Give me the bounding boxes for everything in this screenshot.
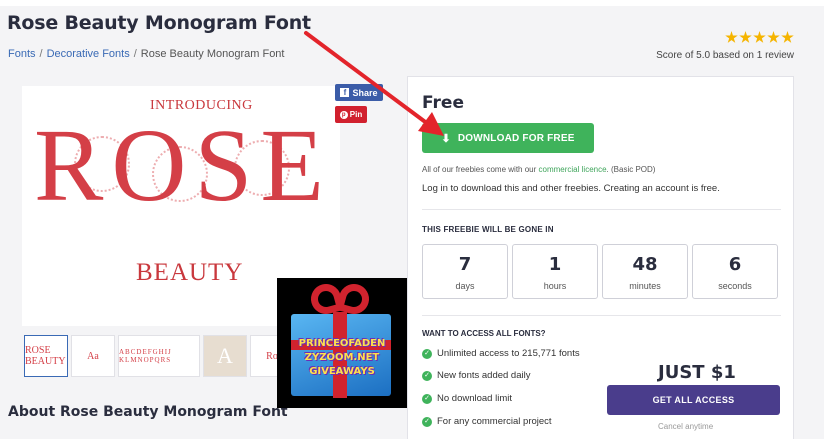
page-title: Rose Beauty Monogram Font (7, 12, 311, 34)
licence-note: All of our freebies come with our commer… (422, 165, 655, 174)
star-icon (739, 31, 752, 43)
gift-text-line: PRINCEOFADEN (298, 338, 386, 349)
commercial-licence-link[interactable]: commercial licence (539, 165, 607, 174)
countdown-minutes: 48 minutes (602, 244, 688, 299)
access-heading: WANT TO ACCESS ALL FONTS? (422, 329, 546, 338)
licence-suffix: . (Basic POD) (606, 165, 656, 174)
feature-text: For any commercial project (437, 416, 552, 427)
login-note: Log in to download this and other freebi… (422, 183, 720, 194)
feature-text: New fonts added daily (437, 370, 531, 381)
thumbnail[interactable]: ABCDEFGHIJ KLMNOPQRS (118, 335, 200, 377)
share-label: Share (352, 87, 378, 98)
thumbnail-strip: ROSE BEAUTY Aa ABCDEFGHIJ KLMNOPQRS A Ro (24, 335, 294, 377)
countdown-unit: minutes (629, 281, 661, 291)
breadcrumb-separator: / (39, 48, 43, 60)
price-label: Free (422, 93, 464, 113)
countdown-heading: THIS FREEBIE WILL BE GONE IN (422, 225, 554, 234)
feature-item: ✓ Unlimited access to 215,771 fonts (422, 348, 580, 359)
breadcrumb-current: Rose Beauty Monogram Font (140, 48, 285, 60)
countdown-unit: seconds (718, 281, 752, 291)
countdown-value: 48 (632, 254, 658, 275)
about-heading: About Rose Beauty Monogram Font (8, 404, 288, 420)
gift-text-line: GIVEAWAYS (309, 366, 375, 377)
countdown-value: 6 (728, 254, 742, 275)
countdown-value: 7 (458, 254, 472, 275)
feature-item: ✓ For any commercial project (422, 416, 552, 427)
star-icon (725, 31, 738, 43)
star-icon (781, 31, 794, 43)
download-icon: ⬇ (441, 132, 451, 145)
check-icon: ✓ (422, 416, 432, 427)
divider (422, 315, 781, 316)
countdown-seconds: 6 seconds (692, 244, 778, 299)
facebook-share-button[interactable]: f Share (335, 84, 383, 101)
feature-item: ✓ New fonts added daily (422, 370, 530, 381)
countdown-value: 1 (548, 254, 562, 275)
feature-text: Unlimited access to 215,771 fonts (437, 348, 580, 359)
licence-prefix: All of our freebies come with our (422, 165, 537, 174)
pinterest-icon: p (339, 110, 348, 119)
feature-text: No download limit (437, 393, 512, 404)
countdown-unit: days (455, 281, 475, 291)
check-icon: ✓ (422, 370, 432, 381)
preview-main-word: ROSE (34, 108, 332, 223)
giveaway-gift-badge: PRINCEOFADEN ZYZOOM.NET GIVEAWAYS (277, 278, 407, 408)
check-icon: ✓ (422, 348, 432, 359)
star-rating (725, 31, 794, 44)
breadcrumb-decorative-fonts[interactable]: Decorative Fonts (47, 48, 130, 60)
breadcrumb: Fonts / Decorative Fonts / Rose Beauty Monog… (8, 48, 284, 60)
pin-label: Pin (349, 110, 363, 119)
thumbnail[interactable]: ROSE BEAUTY (24, 335, 68, 377)
preview-sub-word: BEAUTY (136, 259, 244, 286)
pinterest-pin-button[interactable]: p Pin (335, 106, 367, 123)
breadcrumb-fonts[interactable]: Fonts (8, 48, 36, 60)
thumbnail[interactable]: Aa (71, 335, 115, 377)
facebook-icon: f (340, 88, 350, 97)
rating-text: Score of 5.0 based on 1 review (656, 50, 794, 61)
countdown-hours: 1 hours (512, 244, 598, 299)
star-icon (767, 31, 780, 43)
download-panel: Free ⬇ DOWNLOAD FOR FREE All of our free… (407, 76, 794, 439)
get-all-access-button[interactable]: GET ALL ACCESS (607, 385, 780, 415)
gift-text-line: ZYZOOM.NET (304, 352, 380, 363)
download-button[interactable]: ⬇ DOWNLOAD FOR FREE (422, 123, 594, 153)
download-label: DOWNLOAD FOR FREE (457, 132, 575, 144)
thumbnail[interactable]: A (203, 335, 247, 377)
all-access-price: JUST $1 (658, 362, 736, 383)
check-icon: ✓ (422, 393, 432, 404)
star-icon (753, 31, 766, 43)
countdown-unit: hours (543, 281, 567, 291)
breadcrumb-separator: / (133, 48, 137, 60)
divider (422, 209, 781, 210)
top-bar (0, 0, 824, 6)
cancel-note: Cancel anytime (658, 422, 714, 431)
feature-item: ✓ No download limit (422, 393, 512, 404)
countdown-days: 7 days (422, 244, 508, 299)
